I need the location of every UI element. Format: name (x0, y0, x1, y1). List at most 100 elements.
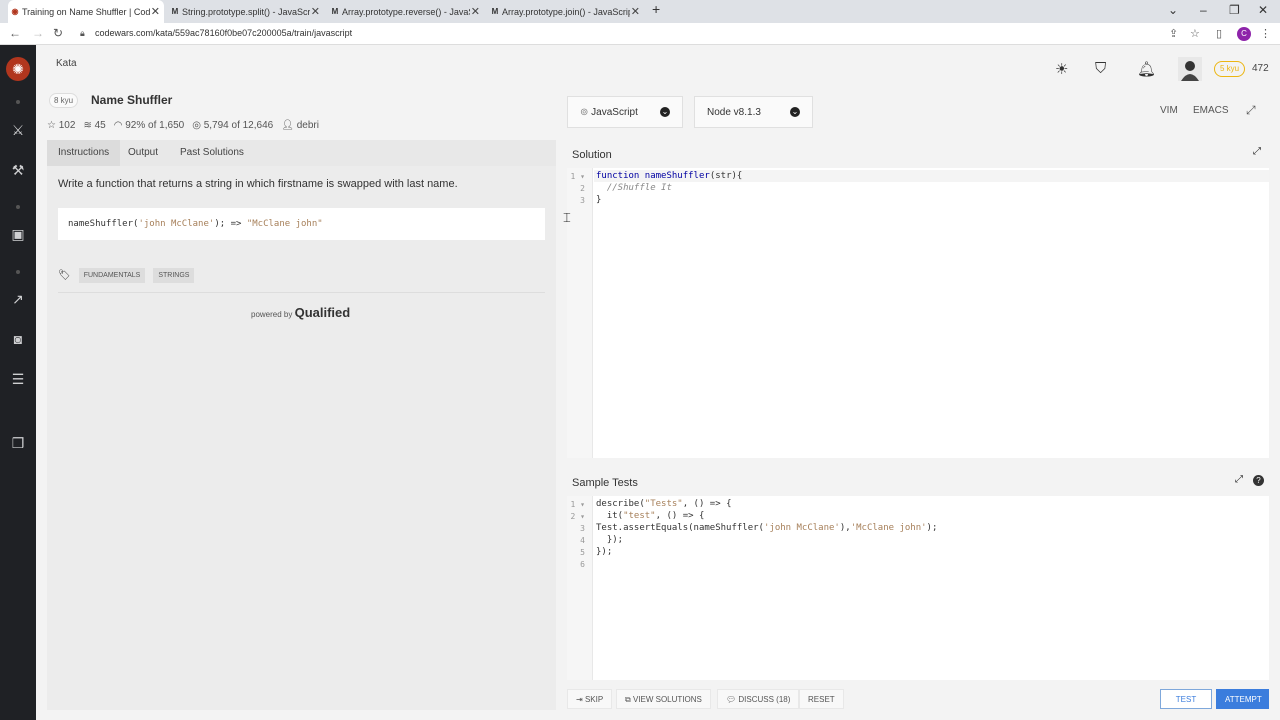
kata-title: Name Shuffler (91, 93, 173, 107)
stars-stat[interactable]: ☆ 102 (47, 120, 75, 131)
window-close-icon[interactable]: ✕ (1258, 3, 1268, 17)
code-line: it("test", () => { (596, 511, 705, 521)
chevron-down-icon: ⌄ (660, 107, 670, 117)
tab-search-icon[interactable]: ⌄ (1168, 3, 1178, 17)
language-value: JavaScript (591, 107, 638, 118)
close-tab-icon[interactable]: ✕ (311, 5, 320, 18)
share-icon[interactable]: ⇪ (1169, 27, 1178, 40)
discuss-icon: 💬︎ (726, 695, 737, 704)
fullscreen-icon[interactable]: ⤢ (1246, 103, 1256, 118)
tab-instructions[interactable]: Instructions (47, 140, 121, 166)
forward-icon[interactable]: → (32, 26, 44, 40)
completions-value: 5,794 of 12,646 (203, 120, 274, 131)
example-code-block: nameShuffler('john McClane'); => "McClan… (58, 208, 545, 240)
skip-button[interactable]: ⇥ SKIP (567, 689, 613, 709)
address-bar: ← → ↻ 🔒︎ codewars.com/kata/559ac78160f0b… (0, 23, 1280, 45)
bookmark-icon[interactable]: ⛉ (1095, 60, 1106, 77)
sidebar-divider-dot (16, 205, 20, 209)
minimize-icon[interactable]: – (1200, 3, 1207, 17)
code-line: } (596, 195, 602, 205)
code-line: }); (596, 535, 624, 545)
browser-tab-reverse[interactable]: M Array.prototype.reverse() - JavaScript… (328, 0, 484, 23)
expand-icon[interactable]: ⤢ (1235, 474, 1243, 485)
app-sidebar: ✺ ⚔ ⚒ ▣ ↗ ◙ ☰ ❒ (0, 45, 36, 720)
discord-icon[interactable]: ◙ (8, 331, 28, 347)
bookmark-star-icon[interactable]: ☆ (1190, 27, 1200, 40)
docs-book-icon[interactable]: ❒ (8, 435, 28, 452)
discuss-label: DISCUSS (18) (738, 695, 791, 704)
new-tab-icon[interactable]: + (652, 1, 660, 17)
tag-strings[interactable]: STRINGS (153, 268, 195, 283)
kata-kyu-badge: 8 kyu (49, 93, 79, 108)
solution-header: Solution ⤢ (567, 142, 1269, 168)
codewars-logo-icon[interactable]: ✺ (6, 57, 30, 81)
breadcrumb-kata[interactable]: Kata (56, 58, 77, 69)
vim-mode-button[interactable]: VIM (1160, 105, 1178, 116)
close-tab-icon[interactable]: ✕ (631, 5, 640, 18)
leaderboard-trend-icon[interactable]: ↗ (8, 291, 28, 308)
url-field[interactable]: codewars.com/kata/559ac78160f0be07c20000… (95, 28, 352, 38)
notification-bell-icon[interactable]: 🔔︎ (1137, 60, 1156, 78)
mdn-favicon-icon: M (331, 6, 339, 16)
emacs-mode-button[interactable]: EMACS (1193, 105, 1229, 116)
view-solutions-button[interactable]: ⧉ VIEW SOLUTIONS (616, 689, 711, 709)
sample-tests-editor[interactable]: Sample Tests ⤢ ? 1 ▾ 2 ▾ 3 4 5 6 describ… (567, 470, 1269, 680)
line-number: 4 (580, 536, 585, 545)
completions-stat: ◎ 5,794 of 12,646 (192, 120, 273, 131)
line-number: 1 ▾ (570, 172, 585, 181)
language-select[interactable]: ⊚ JavaScript ⌄ (567, 96, 683, 128)
side-panel-icon[interactable]: ▯ (1216, 27, 1222, 40)
tag-fundamentals[interactable]: FUNDAMENTALS (78, 268, 146, 283)
test-button[interactable]: TEST (1160, 689, 1212, 709)
training-icon[interactable]: ⚔ (8, 122, 28, 139)
chat-icon[interactable]: ☰ (8, 371, 28, 388)
browser-tab-split[interactable]: M String.prototype.split() - JavaScript … (168, 0, 324, 23)
collections-count: 45 (94, 120, 106, 131)
runtime-value: Node v8.1.3 (707, 107, 761, 118)
tab-past-solutions[interactable]: Past Solutions (180, 147, 244, 158)
solution-title: Solution (572, 149, 612, 161)
close-tab-icon[interactable]: ✕ (471, 5, 480, 18)
menu-kebab-icon[interactable]: ⋮ (1260, 27, 1271, 40)
reload-icon[interactable]: ↻ (53, 26, 63, 40)
example-result: "McClane john" (246, 219, 323, 229)
line-number: 2 ▾ (570, 512, 585, 521)
code-line: }); (596, 547, 613, 557)
main-content: Kata ☀ ⛉ 🔔︎ 5 kyu 472 8 kyu Name Shuffle… (36, 45, 1280, 720)
line-number: 6 (580, 560, 585, 569)
briefcase-icon[interactable]: ▣ (8, 226, 28, 243)
code-line: //Shuffle It (606, 183, 672, 193)
example-arg: 'john McClane' (138, 219, 215, 229)
avatar-image-icon (1178, 57, 1202, 81)
back-icon[interactable]: ← (9, 26, 21, 40)
browser-tab-join[interactable]: M Array.prototype.join() - JavaScript ✕ (488, 0, 644, 23)
line-gutter: 1 ▾ 2 ▾ 3 4 5 6 (567, 496, 593, 680)
author-stat[interactable]: 👤︎ debri (281, 120, 319, 131)
solution-editor[interactable]: Solution ⤢ 1 ▾ 2 3 function nameShuffler… (567, 142, 1269, 458)
reset-button[interactable]: RESET (799, 689, 844, 709)
theme-sun-icon[interactable]: ☀ (1055, 60, 1068, 78)
tab-output[interactable]: Output (128, 147, 158, 158)
close-tab-icon[interactable]: ✕ (151, 5, 160, 18)
top-header: Kata ☀ ⛉ 🔔︎ 5 kyu 472 (36, 45, 1280, 91)
attempt-button[interactable]: ATTEMPT (1216, 689, 1269, 709)
practice-icon[interactable]: ⚒ (8, 162, 28, 179)
expand-icon[interactable]: ⤢ (1253, 146, 1261, 157)
browser-tab-codewars[interactable]: ◉ Training on Name Shuffler | Codewars ✕ (8, 0, 164, 23)
mdn-favicon-icon: M (491, 6, 499, 16)
sidebar-divider-dot (16, 100, 20, 104)
stars-count: 102 (58, 120, 76, 131)
author-name: debri (296, 120, 319, 131)
maximize-icon[interactable]: ❐ (1229, 3, 1240, 17)
star-icon: ☆ (47, 120, 56, 131)
tests-header: Sample Tests ⤢ ? (567, 470, 1269, 496)
discuss-button[interactable]: 💬︎ DISCUSS (18) (717, 689, 800, 709)
profile-avatar[interactable]: C (1237, 27, 1251, 41)
kata-tags: 🏷︎ FUNDAMENTALS STRINGS (58, 268, 195, 283)
user-avatar[interactable] (1178, 57, 1202, 81)
line-number: 2 (580, 184, 585, 193)
powered-by-qualified[interactable]: powered by Qualified (251, 305, 350, 320)
collection-icon: ≋ (83, 120, 92, 131)
help-icon[interactable]: ? (1253, 475, 1264, 486)
runtime-select[interactable]: Node v8.1.3 ⌄ (694, 96, 813, 128)
